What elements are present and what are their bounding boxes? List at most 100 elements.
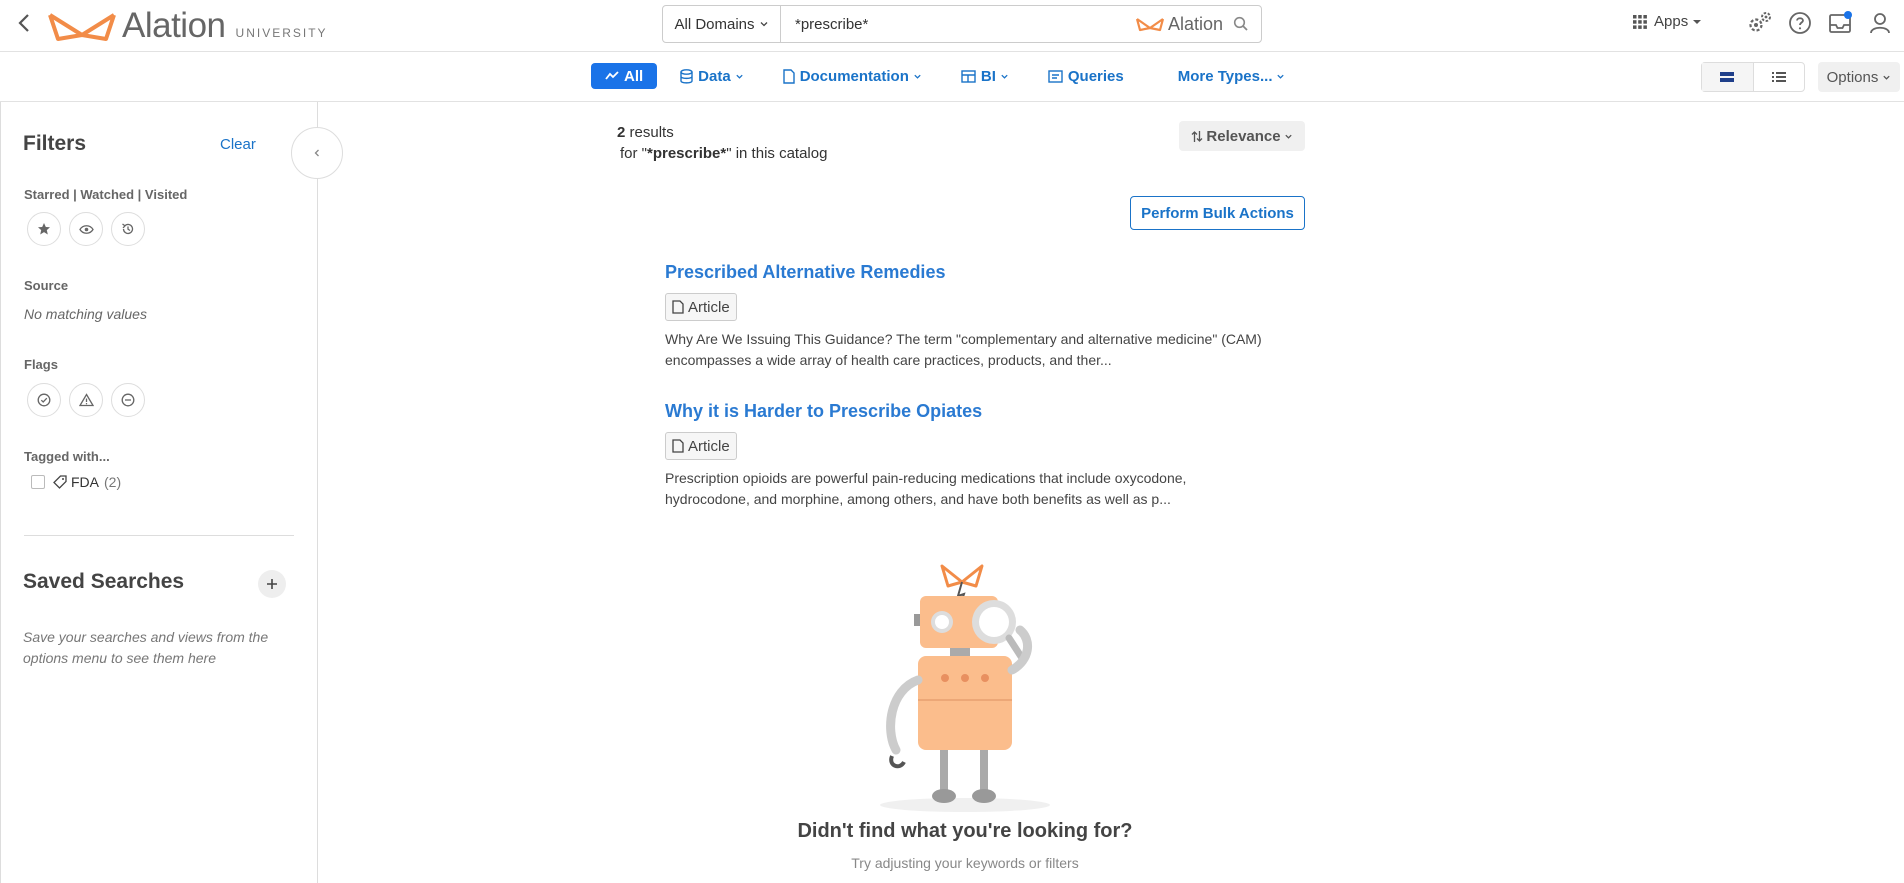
type-queries-button[interactable]: Queries	[1048, 63, 1124, 89]
results-for-prefix: for "	[620, 145, 647, 162]
type-more-button[interactable]: More Types...	[1178, 63, 1291, 89]
type-bi-button[interactable]: BI	[961, 63, 1014, 89]
logo-subtitle: UNIVERSITY	[235, 26, 328, 40]
query-icon	[1048, 69, 1063, 83]
result-snippet: Prescription opioids are powerful pain-r…	[665, 470, 1187, 507]
type-filters: All Data Documentation BI Queries More T…	[591, 63, 1324, 89]
tag-filter-fda[interactable]: FDA (2)	[31, 474, 121, 490]
tag-count: (2)	[104, 474, 122, 490]
options-label: Options	[1826, 68, 1879, 86]
document-icon	[782, 68, 795, 84]
source-empty-text: No matching values	[24, 306, 147, 322]
visited-filter-button[interactable]	[111, 212, 145, 246]
options-button[interactable]: Options	[1818, 62, 1900, 92]
filters-title: Filters	[23, 132, 87, 155]
alation-logo[interactable]: Alation UNIVERSITY	[46, 3, 328, 43]
result-title-link[interactable]: Why it is Harder to Prescribe Opiates	[665, 401, 1285, 422]
sort-icon	[1191, 130, 1203, 142]
type-data-button[interactable]: Data	[680, 63, 749, 89]
document-icon	[672, 300, 684, 314]
trend-icon	[605, 71, 619, 80]
document-icon	[672, 439, 684, 453]
apps-label: Apps	[1654, 13, 1689, 30]
plus-icon	[267, 579, 277, 589]
logo-text: Alation	[122, 6, 226, 45]
result-type-badge[interactable]: Article	[665, 432, 737, 460]
sort-label: Relevance	[1206, 127, 1281, 145]
result-title-link[interactable]: Prescribed Alternative Remedies	[665, 262, 1285, 283]
search-result-item: Prescribed Alternative Remedies Article …	[665, 262, 1285, 371]
domain-select[interactable]: All Domains	[663, 6, 781, 42]
help-icon[interactable]	[1786, 9, 1814, 37]
minus-circle-icon	[121, 393, 135, 407]
alation-bowtie-icon	[48, 13, 116, 41]
list-view-icon	[1771, 72, 1786, 82]
starred-watched-visited-label: Starred | Watched | Visited	[24, 187, 188, 202]
search-brand: Alation	[1135, 14, 1249, 35]
history-icon	[122, 223, 134, 235]
result-snippet: Why Are We Issuing This Guidance? The te…	[665, 331, 1262, 368]
perform-bulk-actions-button[interactable]: Perform Bulk Actions	[1130, 196, 1305, 230]
type-all-button[interactable]: All	[591, 63, 658, 89]
apps-menu[interactable]: Apps	[1632, 13, 1702, 30]
type-queries-label: Queries	[1067, 67, 1124, 85]
results-count-label: results	[629, 124, 674, 141]
warning-flag-button[interactable]	[69, 383, 103, 417]
back-arrow-icon[interactable]	[14, 12, 36, 34]
eye-icon	[78, 224, 94, 234]
chevron-down-icon	[1284, 134, 1292, 139]
database-icon	[680, 68, 693, 84]
header-icons	[1746, 9, 1894, 37]
result-type-label: Article	[688, 298, 730, 316]
clear-filters-link[interactable]: Clear	[220, 136, 256, 153]
notification-dot	[1844, 11, 1852, 19]
search-icon[interactable]	[1233, 16, 1249, 32]
star-filter-button[interactable]	[27, 212, 61, 246]
chevron-down-icon	[1277, 74, 1285, 79]
bi-dashboard-icon	[961, 69, 976, 83]
results-query-line: for "*prescribe*" in this catalog	[620, 145, 827, 162]
type-bi-label: BI	[980, 67, 996, 85]
search-result-item: Why it is Harder to Prescribe Opiates Ar…	[665, 401, 1285, 510]
deprecated-flag-button[interactable]	[111, 383, 145, 417]
type-all-label: All	[624, 67, 644, 85]
list-view-button[interactable]	[1754, 63, 1805, 91]
type-documentation-button[interactable]: Documentation	[782, 63, 927, 89]
tag-checkbox[interactable]	[31, 475, 45, 489]
collapse-sidebar-button[interactable]	[291, 127, 343, 179]
caret-down-icon	[1693, 19, 1702, 24]
object-type-bar: All Data Documentation BI Queries More T…	[0, 52, 1904, 102]
sort-relevance-button[interactable]: Relevance	[1179, 121, 1305, 151]
starred-filter-row	[27, 212, 145, 246]
search-input[interactable]	[781, 6, 1135, 42]
chevron-down-icon	[914, 74, 921, 79]
saved-searches-title: Saved Searches	[23, 570, 185, 593]
user-profile-icon[interactable]	[1866, 9, 1894, 37]
endorsed-flag-button[interactable]	[27, 383, 61, 417]
tag-icon	[53, 475, 67, 489]
warning-icon	[78, 393, 94, 407]
card-view-button[interactable]	[1702, 63, 1754, 91]
watch-filter-button[interactable]	[69, 212, 103, 246]
check-circle-icon	[37, 393, 51, 407]
type-data-label: Data	[698, 67, 731, 85]
saved-searches-hint: Save your searches and views from the op…	[23, 629, 269, 666]
chevron-left-icon	[314, 149, 319, 157]
view-toggle	[1701, 62, 1805, 92]
search-brand-text: Alation	[1167, 13, 1223, 34]
results-count-number: 2	[617, 124, 626, 141]
not-found-subtitle: Try adjusting your keywords or filters	[851, 855, 1079, 871]
result-type-badge[interactable]: Article	[665, 293, 737, 321]
grid-icon	[1633, 14, 1647, 29]
flags-filter-row	[27, 383, 145, 417]
admin-settings-icon[interactable]	[1746, 9, 1774, 37]
type-documentation-label: Documentation	[799, 67, 909, 85]
results-for-suffix: " in this catalog	[726, 145, 828, 162]
chevron-down-icon	[760, 22, 767, 27]
add-saved-search-button[interactable]	[258, 570, 286, 598]
inbox-icon[interactable]	[1826, 9, 1854, 37]
robot-illustration	[870, 560, 1060, 815]
filters-sidebar: Filters Clear Starred | Watched | Visite…	[0, 102, 318, 883]
star-icon	[38, 223, 50, 235]
alation-bowtie-icon	[1135, 18, 1165, 32]
